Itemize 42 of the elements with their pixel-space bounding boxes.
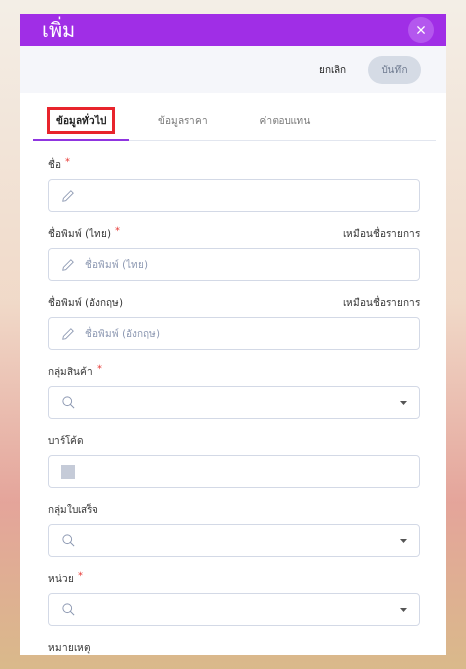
tab[interactable]: ค่าตอบแทน (237, 102, 333, 141)
field-label: หน่วย (48, 573, 74, 586)
input-field[interactable]: ชื่อพิมพ์ (อังกฤษ) (48, 317, 420, 350)
select-field[interactable] (48, 386, 420, 419)
pencil-icon (61, 188, 75, 202)
field-label: ชื่อพิมพ์ (อังกฤษ) (48, 295, 123, 310)
caret-icon (400, 608, 407, 612)
barcode-icon (61, 464, 75, 478)
close-button[interactable]: × (408, 17, 434, 43)
barcode-field[interactable] (48, 455, 420, 488)
select-field[interactable] (48, 524, 420, 557)
caret-icon (400, 400, 407, 404)
placeholder: ชื่อพิมพ์ (ไทย) (85, 257, 407, 272)
placeholder: ชื่อพิมพ์ (อังกฤษ) (85, 326, 407, 341)
field-label: บาร์โค้ด (48, 434, 83, 448)
tab[interactable]: ข้อมูลทั่วไป (33, 102, 129, 141)
tab-label: ค่าตอบแทน (258, 115, 312, 129)
dialog-title: เพิ่ม (42, 16, 75, 44)
field-label: ชื่อ (48, 157, 61, 172)
input-field[interactable]: ชื่อพิมพ์ (ไทย) (48, 248, 420, 281)
required-mark: * (65, 157, 70, 170)
same-as-name-link[interactable]: เหมือนชื่อรายการ (343, 295, 420, 310)
select-field[interactable] (48, 593, 420, 626)
search-icon (61, 533, 76, 548)
pencil-icon (61, 258, 75, 272)
field-label: หมายเหตุ (48, 642, 90, 655)
caret-icon (400, 538, 407, 542)
search-icon (61, 602, 76, 617)
field-label: ชื่อพิมพ์ (ไทย) (48, 226, 111, 241)
required-mark: * (78, 571, 83, 584)
required-mark: * (97, 364, 102, 377)
pencil-icon (61, 326, 75, 340)
field-label: กลุ่มใบเสร็จ (48, 502, 98, 517)
search-icon (61, 395, 76, 410)
required-mark: * (114, 226, 120, 239)
field-label: กลุ่มสินค้า (48, 366, 93, 379)
tab[interactable]: ข้อมูลราคา (135, 102, 231, 141)
input-field[interactable] (48, 179, 420, 212)
cancel-button[interactable]: ยกเลิก (315, 58, 350, 81)
same-as-name-link[interactable]: เหมือนชื่อรายการ (343, 226, 420, 241)
highlight-frame: ข้อมูลทั่วไป (50, 110, 112, 131)
tab-label: ข้อมูลราคา (157, 114, 209, 129)
